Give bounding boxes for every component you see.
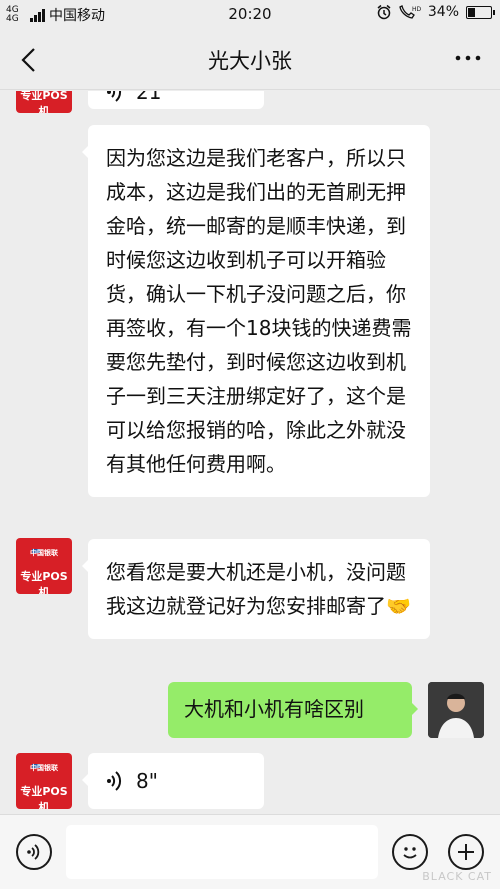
person-avatar-icon (428, 682, 484, 738)
hd-call-icon: HD (399, 5, 421, 19)
voice-duration: 8" (136, 769, 158, 793)
chat-area[interactable]: 专业POS机 21" 因为您这边是我们老客户，所以只成本，这边是我们出的无首刷无… (0, 91, 500, 814)
battery-fill (468, 7, 475, 17)
my-avatar[interactable] (428, 682, 484, 738)
status-right: HD 34% (376, 4, 495, 20)
message-input[interactable] (66, 825, 378, 879)
alarm-icon (377, 4, 391, 20)
title-bar: 光大小张 (0, 28, 500, 90)
message-bubble[interactable]: 您看您是要大机还是小机，没问题我这边就登记好为您安排邮寄了🤝 (82, 539, 430, 639)
voice-message[interactable]: 8" (82, 753, 264, 809)
watermark: BLACK CAT (370, 829, 500, 889)
more-button[interactable] (454, 45, 482, 78)
avatar-brand: 中国银联 (30, 764, 58, 772)
avatar-label: 专业POS机 (20, 91, 68, 113)
message-text: 您看您是要大机还是小机，没问题我这边就登记好为您安排邮寄了🤝 (106, 560, 411, 618)
battery-percent: 34% (427, 4, 459, 20)
voice-message-content: 8" (106, 764, 246, 798)
chat-title: 光大小张 (208, 49, 292, 73)
voice-toggle-icon (27, 844, 40, 860)
avatar-brand: 中国银联 (30, 549, 58, 557)
voice-duration: 21" (136, 91, 171, 104)
message-text: 大机和小机有啥区别 (184, 697, 364, 721)
my-message-bubble[interactable]: 大机和小机有啥区别 (168, 682, 418, 738)
contact-avatar[interactable]: 中国银联 专业POS机 (16, 753, 72, 809)
voice-wave-icon (107, 771, 122, 791)
more-dots-icon (455, 55, 481, 61)
message-text: 因为您这边是我们老客户，所以只成本，这边是我们出的无首刷无押金哈，统一邮寄的是顺… (106, 146, 412, 476)
avatar-label: 专业POS机 (20, 570, 68, 594)
watermark-text: BLACK CAT (422, 870, 492, 883)
status-bar: 4G 4G 中国移动 20:20 HD 34% (0, 0, 500, 28)
voice-wave-icon (107, 91, 122, 102)
contact-avatar[interactable]: 中国银联 专业POS机 (16, 538, 72, 594)
voice-message-content: 21" (106, 91, 246, 109)
svg-text:HD: HD (412, 6, 421, 13)
voice-message[interactable]: 21" (88, 91, 264, 109)
battery-icon (466, 5, 495, 19)
avatar-label: 专业POS机 (20, 785, 68, 809)
message-bubble[interactable]: 因为您这边是我们老客户，所以只成本，这边是我们出的无首刷无押金哈，统一邮寄的是顺… (82, 125, 430, 497)
contact-avatar[interactable]: 专业POS机 (16, 91, 72, 113)
input-bar: BLACK CAT (0, 814, 500, 889)
voice-input-button[interactable] (16, 834, 52, 870)
